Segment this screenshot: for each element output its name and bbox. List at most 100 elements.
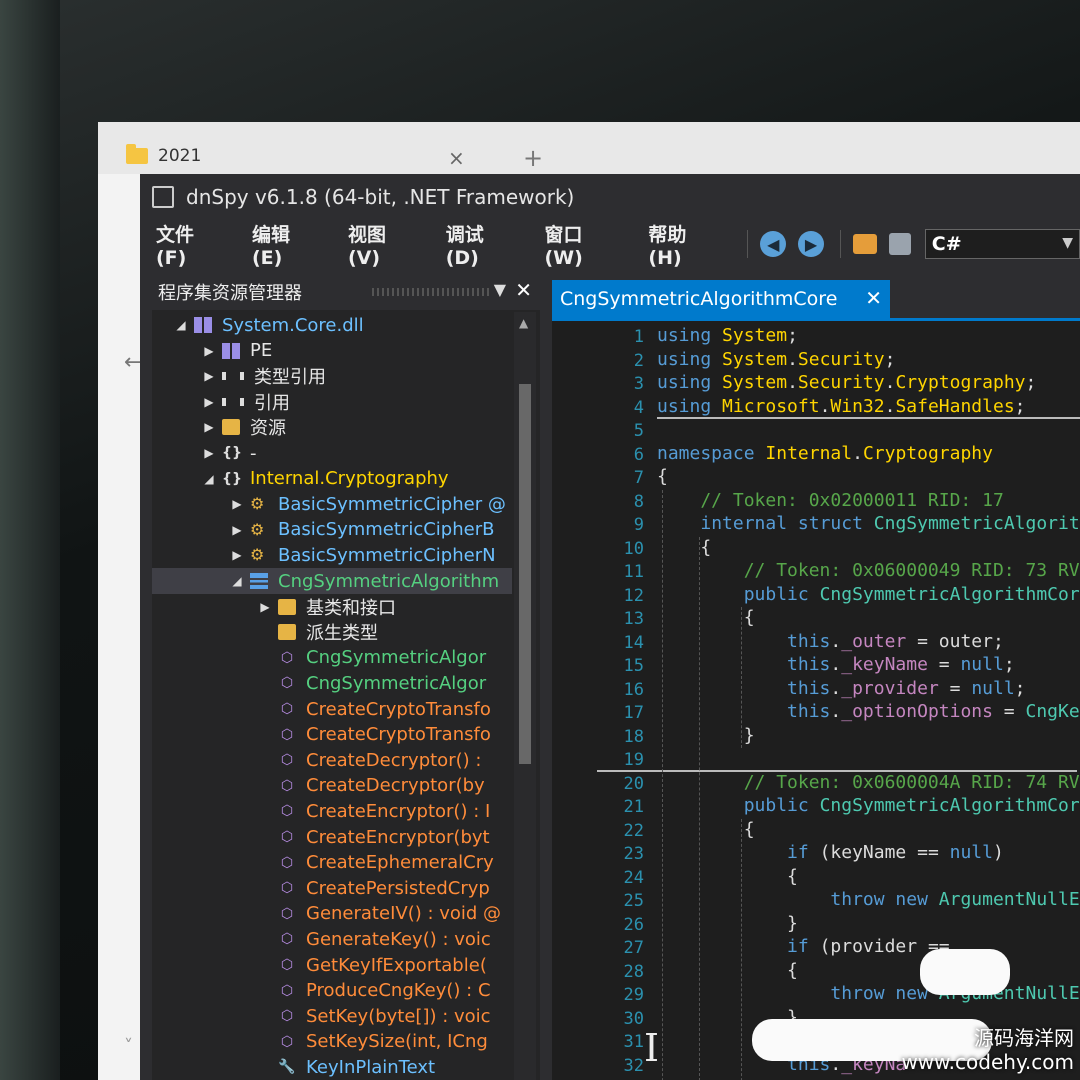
code-line[interactable]: namespace Internal.Cryptography	[657, 443, 993, 464]
tree-item[interactable]: ▶ PE	[152, 338, 512, 364]
code-line[interactable]: using Microsoft.Win32.SafeHandles;	[657, 396, 1026, 417]
tree-item[interactable]: ⬡ CngSymmetricAlgor	[152, 670, 512, 696]
tree-item[interactable]: ▶ 类型引用	[152, 363, 512, 389]
code-area[interactable]: using System; using System.Security; using…	[597, 321, 1080, 1080]
new-tab-icon[interactable]: +	[523, 144, 543, 172]
close-tab-icon[interactable]: ×	[448, 146, 465, 170]
close-panel-icon[interactable]: ✕	[515, 278, 532, 302]
close-tab-icon[interactable]: ✕	[865, 286, 882, 310]
tree-item[interactable]: ⬡ SetKeySize(int, ICng	[152, 1029, 512, 1055]
tree-item-label: BasicSymmetricCipher @	[278, 493, 506, 515]
tree-item[interactable]: ▶ ⚙ BasicSymmetricCipherN	[152, 542, 512, 568]
tree-item[interactable]: ▶ ⚙ BasicSymmetricCipherB	[152, 517, 512, 543]
tree-item[interactable]: ⬡ CngSymmetricAlgor	[152, 645, 512, 671]
code-line[interactable]: this._optionOptions = CngKey	[657, 701, 1080, 722]
code-line[interactable]: // Token: 0x06000049 RID: 73 RVA	[657, 560, 1080, 581]
scroll-thumb[interactable]	[519, 384, 531, 764]
expand-arrow-icon[interactable]: ▶	[200, 344, 218, 358]
code-line[interactable]: public CngSymmetricAlgorithmCore(	[657, 795, 1080, 816]
expand-arrow-icon[interactable]: ▶	[200, 446, 218, 460]
code-line[interactable]: this._outer = outer;	[657, 631, 1004, 652]
collapse-arrow-icon[interactable]: ◢	[228, 574, 246, 588]
code-line[interactable]: // Token: 0x0600004A RID: 74 RVA:	[657, 772, 1080, 793]
code-line[interactable]: }	[657, 913, 798, 934]
tree-item[interactable]: ⬡ GenerateKey() : voic	[152, 926, 512, 952]
tree-item[interactable]: ⬡ GenerateIV() : void @	[152, 901, 512, 927]
tree-item[interactable]: ◢ System.Core.dll	[152, 312, 512, 338]
code-editor[interactable]: 1 2 3 4 5 6 7 8 9 10 11 12 13 14 15 16 17 18 19 20 21 22 23 24 2…	[552, 321, 1080, 1080]
expand-arrow-icon[interactable]: ▶	[228, 523, 246, 537]
open-file-icon[interactable]	[853, 234, 877, 254]
tree-item[interactable]: ⬡ CreateCryptoTransfo	[152, 722, 512, 748]
editor-tab-strip: CngSymmetricAlgorithmCore ✕	[552, 280, 1080, 321]
code-line[interactable]: // Token: 0x02000011 RID: 17	[657, 490, 1003, 511]
menu-view[interactable]: 视图(V)	[348, 220, 418, 269]
code-line[interactable]: if (provider ==	[657, 936, 950, 957]
navigate-back-icon[interactable]: ◀	[760, 231, 787, 257]
expand-arrow-icon[interactable]: ▶	[228, 497, 246, 511]
code-line[interactable]: throw new ArgumentNullExce	[657, 983, 1080, 1004]
collapse-arrow-icon[interactable]: ◢	[172, 318, 190, 332]
code-line[interactable]: using System;	[657, 325, 798, 346]
panel-grip[interactable]	[372, 288, 492, 296]
tree-item[interactable]: ▶ 引用	[152, 389, 512, 415]
code-line[interactable]: if (keyName == null)	[657, 842, 1004, 863]
code-line[interactable]: using System.Security.Cryptography;	[657, 372, 1036, 393]
menu-edit[interactable]: 编辑(E)	[252, 220, 320, 269]
tree-item[interactable]: ▶ ⚙ BasicSymmetricCipher @	[152, 491, 512, 517]
tree-item-label: ProduceCngKey() : C	[306, 980, 491, 1002]
code-line[interactable]: internal struct CngSymmetricAlgorit	[657, 513, 1079, 534]
line-number: 26	[623, 914, 644, 935]
code-line[interactable]: {	[657, 466, 668, 487]
tree-item-label: CreateEphemeralCry	[306, 852, 494, 874]
expand-arrow-icon[interactable]: ▶	[228, 548, 246, 562]
panel-menu-icon[interactable]: ▼	[494, 280, 506, 299]
tree-item[interactable]: ⬡ SetKey(byte[]) : voic	[152, 1003, 512, 1029]
code-line[interactable]: this._provider = null;	[657, 678, 1025, 699]
tree-item[interactable]: ⬡ CreateEncryptor(byt	[152, 824, 512, 850]
tree-item[interactable]: ▶ 资源	[152, 414, 512, 440]
expand-arrow-icon[interactable]: ▶	[200, 420, 218, 434]
toolbar-separator	[840, 230, 842, 258]
tree-item[interactable]: ⬡ GetKeyIfExportable(	[152, 952, 512, 978]
code-line[interactable]: {	[657, 960, 798, 981]
navigate-forward-icon[interactable]: ▶	[798, 231, 825, 257]
code-line[interactable]: public CngSymmetricAlgorithmCore	[657, 584, 1080, 605]
code-line[interactable]: this._keyName = null;	[657, 654, 1015, 675]
language-select[interactable]: C# ▼	[924, 229, 1080, 259]
expand-arrow-icon[interactable]: ▶	[200, 369, 218, 383]
tree-item-label: BasicSymmetricCipherB	[278, 519, 495, 541]
tree-item[interactable]: ⬡ CreateCryptoTransfo	[152, 696, 512, 722]
tree-item[interactable]: 🔧 KeyInPlainText	[152, 1054, 512, 1080]
menu-window[interactable]: 窗口(W)	[544, 220, 620, 269]
chevron-down-icon[interactable]: ˅	[124, 1036, 133, 1057]
save-all-icon[interactable]	[888, 233, 911, 255]
tree-item[interactable]: ⬡ CreateEphemeralCry	[152, 850, 512, 876]
tree-scrollbar[interactable]: ▲	[514, 312, 536, 1080]
scroll-up-icon[interactable]: ▲	[519, 316, 528, 330]
tree-item[interactable]: ⬡ CreateEncryptor() : I	[152, 798, 512, 824]
tree-item[interactable]: ⬡ CreateDecryptor(by	[152, 773, 512, 799]
tree-item[interactable]: ⬡ CreateDecryptor() :	[152, 747, 512, 773]
tree-item[interactable]: ⬡ ProduceCngKey() : C	[152, 978, 512, 1004]
tree-item[interactable]: ◢ CngSymmetricAlgorithm	[152, 568, 512, 594]
code-line[interactable]: {	[657, 819, 755, 840]
code-line[interactable]: {	[657, 537, 711, 558]
menu-file[interactable]: 文件(F)	[156, 220, 224, 269]
tree-item[interactable]: 派生类型	[152, 619, 512, 645]
expand-arrow-icon[interactable]: ▶	[200, 395, 218, 409]
code-line[interactable]: using System.Security;	[657, 349, 895, 370]
menu-help[interactable]: 帮助(H)	[648, 220, 719, 269]
code-line[interactable]: throw new ArgumentNullExce	[657, 889, 1080, 910]
tree-item[interactable]: ▶ 基类和接口	[152, 594, 512, 620]
expand-arrow-icon[interactable]: ▶	[256, 600, 274, 614]
collapse-arrow-icon[interactable]: ◢	[200, 472, 218, 486]
tree-item[interactable]: ⬡ CreatePersistedCryp	[152, 875, 512, 901]
code-line[interactable]: {	[657, 866, 798, 887]
tree-item[interactable]: ▶ {} -	[152, 440, 512, 466]
editor-tab[interactable]: CngSymmetricAlgorithmCore ✕	[552, 280, 890, 318]
code-line[interactable]: }	[657, 725, 755, 746]
tree-item[interactable]: ◢ {} Internal.Cryptography	[152, 466, 512, 492]
code-line[interactable]: {	[657, 607, 755, 628]
menu-debug[interactable]: 调试(D)	[446, 220, 517, 269]
